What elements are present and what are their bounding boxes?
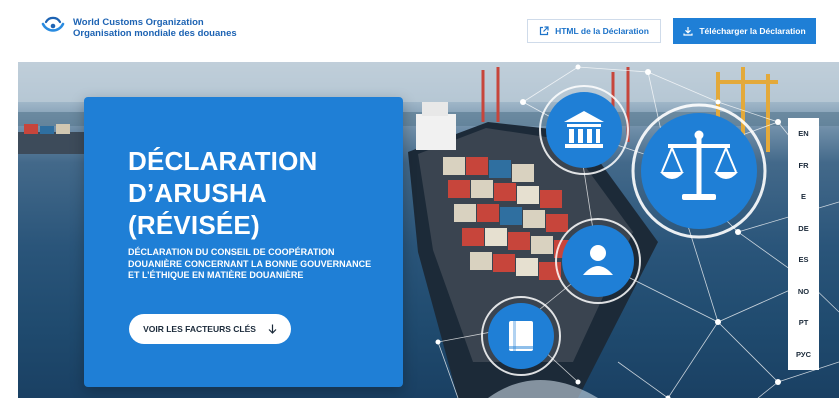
lang-de[interactable]: DE	[798, 224, 808, 233]
lang-e[interactable]: E	[801, 192, 806, 201]
download-icon	[683, 27, 693, 36]
page-title: DÉCLARATION D’ARUSHA (RÉVISÉE)	[128, 145, 388, 241]
org-name-en: World Customs Organization	[73, 17, 204, 28]
title-line-1: DÉCLARATION	[128, 146, 318, 176]
view-key-factors-button[interactable]: VOIR LES FACTEURS CLÉS	[129, 314, 291, 344]
language-selector: EN FR E DE ES NO PT РУС	[788, 118, 819, 370]
download-declaration-label: Télécharger la Déclaration	[699, 26, 806, 36]
title-line-2: D’ARUSHA	[128, 178, 267, 208]
wco-logo[interactable]: World Customs Organization Organisation …	[40, 15, 237, 41]
lang-fr[interactable]: FR	[799, 161, 809, 170]
site-header: World Customs Organization Organisation …	[0, 0, 839, 62]
book-icon	[481, 296, 561, 376]
scales-of-justice-icon	[631, 103, 767, 239]
logo-text: World Customs Organization Organisation …	[73, 17, 237, 39]
lang-no[interactable]: NO	[798, 287, 809, 296]
lang-pt[interactable]: PT	[799, 318, 809, 327]
person-icon	[555, 218, 641, 304]
download-declaration-button[interactable]: Télécharger la Déclaration	[673, 18, 816, 44]
lang-en[interactable]: EN	[798, 129, 808, 138]
page-subtitle: DÉCLARATION DU CONSEIL DE COOPÉRATION DO…	[128, 247, 372, 280]
title-line-3: (RÉVISÉE)	[128, 210, 260, 240]
lang-es[interactable]: ES	[798, 255, 808, 264]
arrow-down-icon	[268, 324, 277, 334]
html-declaration-label: HTML de la Déclaration	[555, 26, 649, 36]
page: World Customs Organization Organisation …	[0, 0, 839, 398]
wco-logo-icon	[41, 16, 65, 32]
bank-building-icon	[539, 85, 629, 175]
external-link-icon	[539, 26, 549, 36]
view-key-factors-label: VOIR LES FACTEURS CLÉS	[143, 324, 256, 334]
lang-ru[interactable]: РУС	[796, 350, 811, 359]
org-name-fr: Organisation mondiale des douanes	[73, 28, 237, 39]
html-declaration-button[interactable]: HTML de la Déclaration	[527, 19, 661, 43]
